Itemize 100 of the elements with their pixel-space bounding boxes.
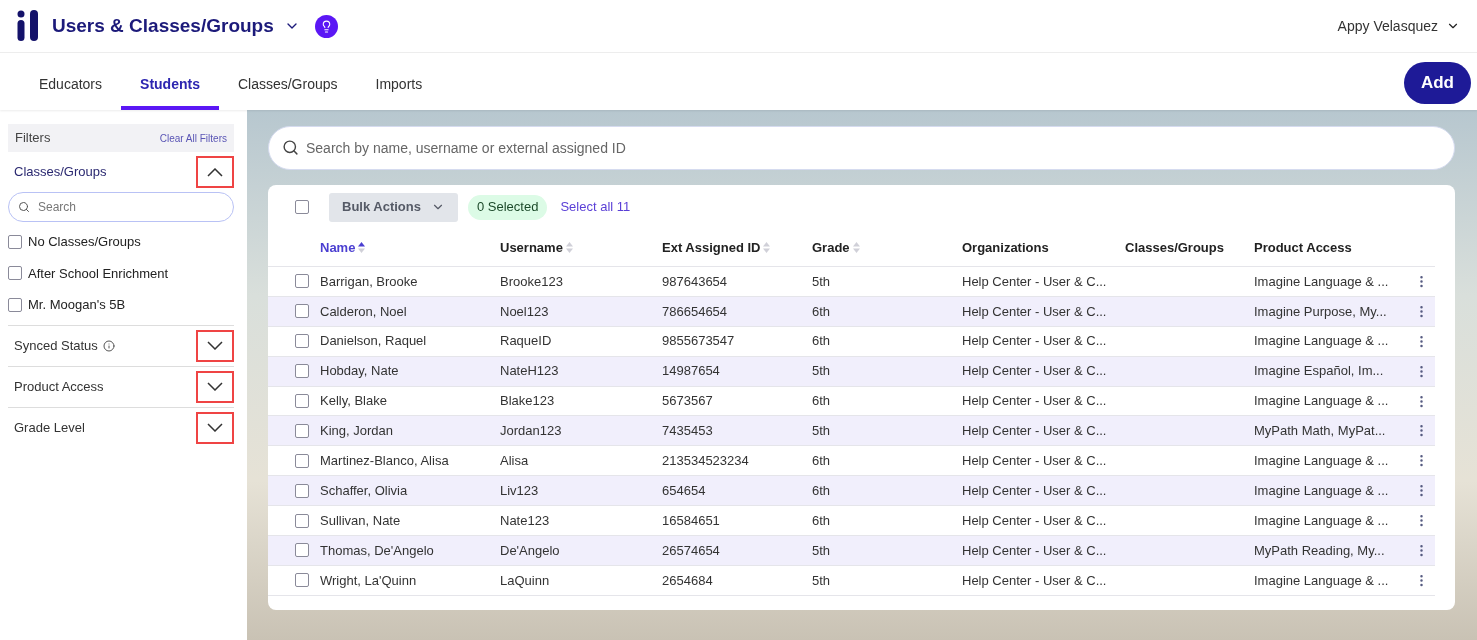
chevron-down-icon <box>207 341 223 350</box>
checkbox[interactable] <box>8 297 22 312</box>
table-cell-text: 6th <box>812 511 832 530</box>
table-cell-text: Imagine Language & ... <box>1254 481 1390 500</box>
table-cell-text: Hobday, Nate <box>320 362 400 381</box>
table-cell-text: Imagine Language & ... <box>1254 272 1390 291</box>
checkbox[interactable] <box>295 334 309 349</box>
table-cell-text: Schaffer, Olivia <box>320 481 409 500</box>
filter-section-label: Grade Level <box>14 418 85 437</box>
tab[interactable]: Educators <box>20 63 122 110</box>
checkbox[interactable] <box>295 304 309 319</box>
table-cell-text: 5th <box>812 362 832 381</box>
table-cell-text: RaqueID <box>500 332 553 351</box>
filters-title: Filters <box>15 129 51 148</box>
table-cell-text: 6th <box>812 332 832 351</box>
table-cell-text: De'Angelo <box>500 541 561 560</box>
filter-option-label: Mr. Moogan's 5B <box>28 296 126 314</box>
page-title: Users & Classes/Groups <box>52 13 274 38</box>
search-icon <box>282 139 299 156</box>
checkbox[interactable] <box>295 513 309 528</box>
table-cell-text: Help Center - User & C... <box>962 452 1108 471</box>
table-cell-text: Danielson, Raquel <box>320 332 428 351</box>
checkbox[interactable] <box>8 266 22 281</box>
column-header[interactable]: Ext Assigned ID <box>662 237 772 258</box>
collapse-toggle[interactable] <box>196 370 234 403</box>
table-cell-text: Noel123 <box>500 302 550 321</box>
table-cell-text: MyPath Math, MyPat... <box>1254 422 1387 441</box>
info-icon[interactable] <box>102 339 115 352</box>
checkbox[interactable] <box>295 274 309 289</box>
table-cell-text: LaQuinn <box>500 571 551 590</box>
column-header[interactable]: Grade <box>812 237 861 258</box>
table-cell-text: Help Center - User & C... <box>962 362 1108 381</box>
table-cell-text: Help Center - User & C... <box>962 332 1108 351</box>
chevron-down-icon <box>207 423 223 432</box>
table-cell-text: Help Center - User & C... <box>962 392 1108 411</box>
table-row[interactable]: King, Jordan Jordan123 7435453 5th Help Center - User & C... MyPath Math, MyPat... <box>268 416 1435 447</box>
column-header[interactable]: Classes/Groups <box>1125 237 1224 258</box>
filter-search-field[interactable]: Search <box>8 192 234 222</box>
table-cell-text: Kelly, Blake <box>320 392 388 411</box>
filter-section-label: Classes/Groups <box>14 163 107 182</box>
table-cell-text: Help Center - User & C... <box>962 302 1108 321</box>
table-cell-text: Help Center - User & C... <box>962 541 1108 560</box>
collapse-toggle[interactable] <box>196 329 234 362</box>
logo-icon <box>17 10 39 42</box>
checkbox[interactable] <box>8 234 22 249</box>
table-cell-text: Blake123 <box>500 392 556 411</box>
filter-section-label: Product Access <box>14 377 104 396</box>
table-cell-text: 16584651 <box>662 511 721 530</box>
table-cell-text: Alisa <box>500 452 530 471</box>
filter-option-label: No Classes/Groups <box>28 233 141 251</box>
search-field[interactable]: Search by name, username or external assigned ID <box>268 126 1455 170</box>
tab[interactable]: Classes/Groups <box>218 63 357 110</box>
bulk-actions-button[interactable]: Bulk Actions <box>329 192 458 222</box>
table-cell-text: King, Jordan <box>320 422 394 441</box>
checkbox[interactable] <box>295 543 309 558</box>
table-row[interactable]: Hobday, Nate NateH123 14987654 5th Help Center - User & C... Imagine Español, Im... <box>268 356 1435 387</box>
user-name[interactable]: Appy Velasquez <box>1337 15 1438 37</box>
table-cell-text: Imagine Español, Im... <box>1254 362 1385 381</box>
checkbox[interactable] <box>295 483 309 498</box>
lightbulb-icon[interactable] <box>314 14 338 38</box>
table-cell-text: 5th <box>812 541 832 560</box>
table-cell-text: Imagine Language & ... <box>1254 452 1390 471</box>
sort-icon[interactable] <box>357 241 367 254</box>
tab[interactable]: Imports <box>356 63 442 110</box>
clear-filters-link[interactable]: Clear All Filters <box>159 130 227 146</box>
table-cell-text: Jordan123 <box>500 422 563 441</box>
add-button[interactable]: Add <box>1403 62 1471 104</box>
table-cell-text: 654654 <box>662 481 707 500</box>
table-cell-text: Imagine Purpose, My... <box>1254 302 1388 321</box>
column-header[interactable]: Username <box>500 237 574 258</box>
table-cell-text: 2654684 <box>662 571 714 590</box>
checkbox[interactable] <box>295 453 309 468</box>
table-row[interactable]: Calderon, Noel Noel123 786654654 6th Help Center - User & C... Imagine Purpose, My... <box>268 296 1435 327</box>
filter-section-label: Synced Status <box>14 336 98 355</box>
table-cell-text: Wright, La'Quinn <box>320 571 418 590</box>
checkbox[interactable] <box>295 364 309 379</box>
filter-option-label: After School Enrichment <box>28 264 169 283</box>
column-header[interactable]: Name <box>320 237 367 258</box>
select-all-link[interactable]: Select all 11 <box>560 197 631 217</box>
table-cell-text: Imagine Language & ... <box>1254 511 1390 530</box>
checkbox[interactable] <box>295 200 309 214</box>
checkbox[interactable] <box>295 573 309 588</box>
checkbox[interactable] <box>295 394 309 408</box>
table-row[interactable]: Thomas, De'Angelo De'Angelo 26574654 5th Help Center - User & C... MyPath Reading, My... <box>268 536 1435 566</box>
table-cell-text: Help Center - User & C... <box>962 481 1108 500</box>
table-cell-text: Imagine Language & ... <box>1254 571 1390 590</box>
selected-count: 0 Selected <box>468 194 548 220</box>
column-header[interactable]: Product Access <box>1254 237 1352 258</box>
table-row[interactable]: Schaffer, Olivia Liv123 654654 6th Help Center - User & C... Imagine Language & ... <box>268 476 1435 507</box>
collapse-toggle[interactable] <box>196 411 234 444</box>
table-cell-text: Thomas, De'Angelo <box>320 541 435 560</box>
table-cell-text: Nate123 <box>500 511 551 530</box>
column-header[interactable]: Organizations <box>962 237 1049 258</box>
table-cell-text: 5th <box>812 571 832 590</box>
table-cell-text: NateH123 <box>500 362 560 381</box>
table-cell-text: 14987654 <box>662 362 721 381</box>
checkbox[interactable] <box>295 423 309 438</box>
collapse-toggle[interactable] <box>196 156 234 188</box>
chevron-down-icon <box>207 382 223 391</box>
table-cell-text: Help Center - User & C... <box>962 571 1108 590</box>
